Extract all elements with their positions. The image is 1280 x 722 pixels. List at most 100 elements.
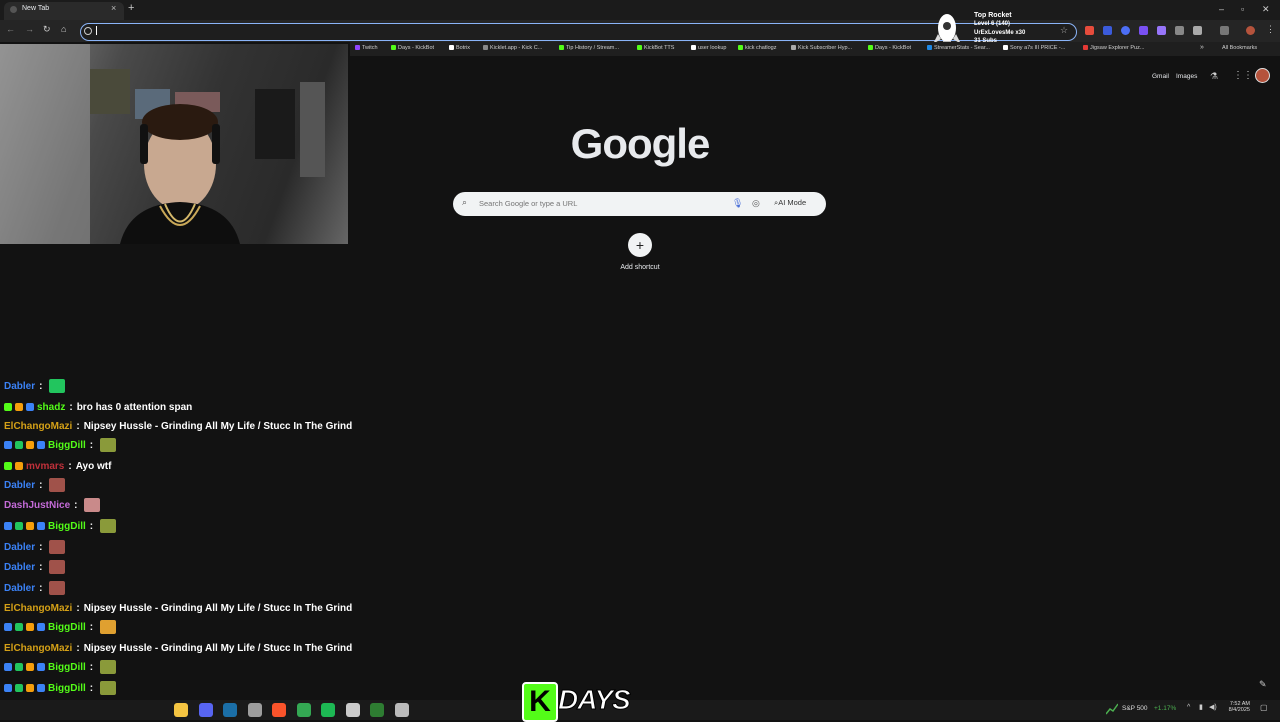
bookmark-item[interactable]: KickBot TTS: [637, 45, 674, 51]
side-panel-icon[interactable]: [1220, 26, 1229, 35]
chat-message: BiggDill:: [4, 680, 117, 696]
steam-icon[interactable]: [223, 703, 237, 717]
ai-mode-button[interactable]: ⌕AI Mode: [774, 198, 806, 208]
chat-badge-icon: [26, 663, 34, 671]
address-bar[interactable]: [80, 23, 1077, 41]
add-shortcut-button[interactable]: +: [628, 233, 652, 257]
bookmark-label: KickBot TTS: [644, 45, 675, 51]
bookmark-item[interactable]: Days - KickBot: [868, 45, 911, 51]
labs-flask-icon[interactable]: ⚗: [1210, 71, 1218, 82]
account-avatar[interactable]: [1255, 68, 1270, 83]
bookmark-item[interactable]: Twitch: [355, 45, 378, 51]
chat-username[interactable]: Dabler: [4, 542, 35, 553]
maximize-icon[interactable]: ▫: [1241, 4, 1244, 14]
chat-username[interactable]: BiggDill: [48, 440, 86, 451]
tray-chevron-icon[interactable]: ^: [1187, 704, 1190, 711]
close-window-icon[interactable]: ✕: [1262, 4, 1270, 15]
bookmark-item[interactable]: user lookup: [691, 45, 726, 51]
obs-icon[interactable]: [395, 703, 409, 717]
bookmark-item[interactable]: Jigsaw Explorer Puz...: [1083, 45, 1144, 51]
chat-username[interactable]: BiggDill: [48, 662, 86, 673]
extensions-puzzle-icon[interactable]: [1193, 26, 1202, 35]
bookmark-item[interactable]: StreamerStats - Sear...: [927, 45, 990, 51]
spotify-icon[interactable]: [321, 703, 335, 717]
streamlabs-icon[interactable]: [346, 703, 360, 717]
chat-username[interactable]: ElChangoMazi: [4, 603, 72, 614]
chat-username[interactable]: BiggDill: [48, 521, 86, 532]
bookmark-item[interactable]: Tip History / Stream...: [559, 45, 619, 51]
extension-icon[interactable]: [1085, 26, 1094, 35]
chat-message: DashJustNice:: [4, 497, 101, 513]
extension-icon[interactable]: [1175, 26, 1184, 35]
forward-icon[interactable]: →: [25, 24, 34, 34]
notifications-icon[interactable]: ▢: [1260, 703, 1268, 712]
chat-separator: :: [76, 642, 80, 654]
system-clock[interactable]: 7:52 AM 8/4/2025: [1218, 701, 1250, 713]
extension-icon[interactable]: [1139, 26, 1148, 35]
apps-grid-icon[interactable]: ⋮⋮: [1233, 70, 1253, 81]
lens-camera-icon[interactable]: ◎: [752, 198, 760, 209]
bookmark-favicon-icon: [791, 45, 796, 50]
clock-date: 8/4/2025: [1228, 707, 1250, 713]
bookmark-favicon-icon: [1003, 45, 1008, 50]
bookmark-favicon-icon: [637, 45, 642, 50]
chat-username[interactable]: BiggDill: [48, 683, 86, 694]
images-link[interactable]: Images: [1176, 73, 1197, 80]
extension-icon[interactable]: [1157, 26, 1166, 35]
chat-username[interactable]: DashJustNice: [4, 500, 70, 511]
chat-username[interactable]: Dabler: [4, 480, 35, 491]
new-tab-button[interactable]: +: [128, 2, 134, 14]
chat-badge-icon: [26, 522, 34, 530]
chat-username[interactable]: mvmars: [26, 461, 64, 472]
tab-close-icon[interactable]: ×: [111, 3, 116, 13]
chat-username[interactable]: Dabler: [4, 562, 35, 573]
more-bookmarks-icon[interactable]: »: [1200, 44, 1204, 51]
chat-badge-icon: [4, 623, 12, 631]
rocket-top-user: UrExLovesMe x30: [974, 30, 1026, 36]
microphone-icon[interactable]: 🎙: [732, 198, 743, 209]
reload-icon[interactable]: ↻: [43, 24, 51, 35]
chat-badge-icon: [15, 623, 23, 631]
chrome-icon[interactable]: [297, 703, 311, 717]
menu-kebab-icon[interactable]: ⋮: [1266, 24, 1275, 35]
extension-icon[interactable]: [1103, 26, 1112, 35]
file-explorer-icon[interactable]: [174, 703, 188, 717]
chat-username[interactable]: ElChangoMazi: [4, 421, 72, 432]
extension-icon[interactable]: [1121, 26, 1130, 35]
back-icon[interactable]: ←: [6, 24, 15, 34]
chat-username[interactable]: BiggDill: [48, 622, 86, 633]
bookmark-label: Jigsaw Explorer Puz...: [1090, 45, 1145, 51]
bookmark-item[interactable]: Kicklet.app - Kick C...: [483, 45, 542, 51]
volume-icon[interactable]: ◀): [1209, 703, 1217, 711]
customize-pencil-icon[interactable]: ✎: [1259, 679, 1267, 690]
chat-badge-icon: [26, 441, 34, 449]
chat-message: BiggDill:: [4, 619, 117, 635]
bookmark-star-icon[interactable]: ☆: [1060, 25, 1068, 36]
bookmark-label: Days - KickBot: [398, 45, 435, 51]
bookmark-item[interactable]: Sony a7s III PRICE -...: [1003, 45, 1065, 51]
chat-emote-icon: [100, 620, 117, 634]
settings-icon[interactable]: [248, 703, 262, 717]
site-info-icon[interactable]: [84, 27, 92, 35]
chat-username[interactable]: ElChangoMazi: [4, 643, 72, 654]
all-bookmarks-folder[interactable]: All Bookmarks: [1222, 45, 1257, 51]
bookmark-item[interactable]: kick chatlogz: [738, 45, 777, 51]
home-icon[interactable]: ⌂: [61, 24, 66, 34]
stock-label[interactable]: S&P 500: [1122, 705, 1148, 712]
bookmark-item[interactable]: Days - KickBot: [391, 45, 434, 51]
brave-icon[interactable]: [272, 703, 286, 717]
chat-username[interactable]: Dabler: [4, 381, 35, 392]
terminal-icon[interactable]: [370, 703, 384, 717]
minimize-icon[interactable]: –: [1219, 4, 1224, 14]
chat-message: Dabler:: [4, 477, 66, 493]
chat-message: BiggDill:: [4, 659, 117, 675]
search-input[interactable]: [479, 199, 719, 208]
gmail-link[interactable]: Gmail: [1152, 73, 1169, 80]
discord-icon[interactable]: [199, 703, 213, 717]
network-icon[interactable]: ▮: [1199, 703, 1203, 711]
chat-username[interactable]: shadz: [37, 402, 65, 413]
chat-username[interactable]: Dabler: [4, 583, 35, 594]
profile-avatar-icon[interactable]: [1246, 26, 1255, 35]
bookmark-item[interactable]: Kick Subscriber Hyp...: [791, 45, 852, 51]
bookmark-item[interactable]: Botrix: [449, 45, 470, 51]
